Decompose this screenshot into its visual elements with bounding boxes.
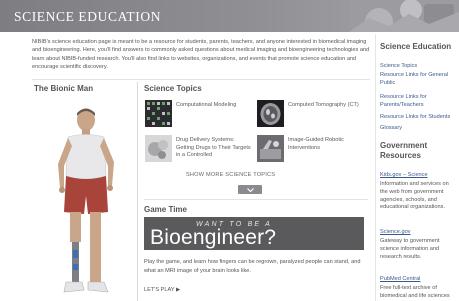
divider xyxy=(144,199,368,200)
robotic-intervention-icon xyxy=(257,135,284,162)
ct-scan-icon xyxy=(257,100,284,127)
bioengineer-game-banner[interactable]: WANT TO BE A Bioengineer? xyxy=(144,217,364,250)
sidebar-link-general-public[interactable]: Resource Links for General Public xyxy=(380,72,458,88)
bionic-man-figure[interactable] xyxy=(44,104,124,301)
show-more-topics-link[interactable]: SHOW MORE SCIENCE TOPICS xyxy=(186,172,275,178)
sidebar-link-science-gov[interactable]: Science.gov xyxy=(380,229,458,237)
sidebar-resource-description: Gateway to government science informatio… xyxy=(380,238,440,260)
divider xyxy=(32,79,370,80)
intro-paragraph: NIBIB's science education page is meant … xyxy=(32,39,370,71)
topic-label: Drug Delivery Systems: Getting Drugs to … xyxy=(176,137,251,159)
sidebar-link-pubmed-central[interactable]: PubMed Central xyxy=(380,276,458,284)
topic-label: Computational Modeling xyxy=(176,102,237,108)
topic-computed-tomography[interactable]: Computed Tomography (CT) xyxy=(257,100,367,128)
expand-topics-button[interactable] xyxy=(238,185,262,194)
topic-label: Computed Tomography (CT) xyxy=(288,102,359,108)
page-title: SCIENCE EDUCATION xyxy=(14,9,162,24)
sidebar-government-resources-title: Government Resources xyxy=(380,141,428,160)
game-banner-title: Bioengineer? xyxy=(150,226,277,249)
sidebar-link-parents-teachers[interactable]: Resource Links for Parents/Teachers xyxy=(380,94,458,110)
computational-modeling-icon xyxy=(145,100,172,127)
game-time-title: Game Time xyxy=(144,205,187,214)
column-divider xyxy=(137,82,138,301)
banner-artwork xyxy=(349,0,459,32)
page-banner: SCIENCE EDUCATION xyxy=(0,0,459,32)
sidebar-divider xyxy=(375,34,376,301)
sidebar-resource-description: Free full-text archive of biomedical and… xyxy=(380,285,450,299)
topic-computational-modeling[interactable]: Computational Modeling xyxy=(145,100,253,128)
science-topics-title: Science Topics xyxy=(144,84,202,93)
sidebar-link-science-topics[interactable]: Science Topics xyxy=(380,63,458,71)
lets-play-link[interactable]: LET'S PLAY ▶ xyxy=(144,287,180,293)
chevron-down-icon xyxy=(246,187,254,192)
game-description: Play the game, and learn how fingers can… xyxy=(144,259,361,274)
bionic-man-title: The Bionic Man xyxy=(34,84,94,93)
drug-delivery-icon xyxy=(145,135,172,162)
topic-label: Image-Guided Robotic Interventions xyxy=(288,137,344,151)
sidebar-science-education-title: Science Education xyxy=(380,42,452,51)
sidebar-link-kids-gov[interactable]: Kids.gov – Science xyxy=(380,172,458,180)
topic-drug-delivery[interactable]: Drug Delivery Systems: Getting Drugs to … xyxy=(145,135,253,163)
sidebar-resource-description: Information and services on the web from… xyxy=(380,181,449,211)
topic-image-guided-robotics[interactable]: Image-Guided Robotic Interventions xyxy=(257,135,367,163)
sidebar-link-glossary[interactable]: Glossary xyxy=(380,125,458,133)
sidebar-link-students[interactable]: Resource Links for Students xyxy=(380,114,458,122)
